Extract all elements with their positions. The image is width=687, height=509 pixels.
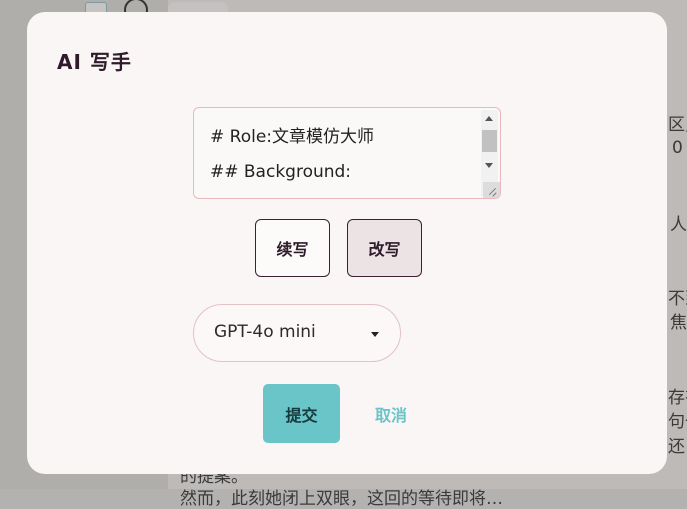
prompt-line: ## Background:	[210, 162, 352, 182]
background-text: 句一	[668, 412, 687, 432]
background-text: 然而，此刻她闭上双眼，这回的等待即将…	[180, 489, 503, 509]
background-text: 焦、	[670, 313, 687, 333]
background-text: 还	[668, 437, 685, 457]
resize-handle-icon[interactable]	[483, 182, 500, 198]
continue-writing-button[interactable]: 续写	[255, 219, 330, 277]
prompt-line: # Role:文章模仿大师	[210, 127, 375, 147]
background-text: 存有	[668, 388, 687, 408]
rewrite-button[interactable]: 改写	[347, 219, 422, 277]
prompt-textarea[interactable]: # Role:文章模仿大师 ## Background:	[193, 107, 501, 199]
dialog-title: AI 写手	[57, 50, 132, 74]
model-select[interactable]: GPT-4o mini	[193, 304, 401, 362]
cancel-button[interactable]: 取消	[375, 402, 407, 426]
background-text: 人文	[670, 215, 687, 235]
background-text: 不到	[668, 289, 687, 309]
ai-writer-dialog: AI 写手 # Role:文章模仿大师 ## Background: 续写 改写…	[27, 12, 667, 474]
scroll-down-arrow-icon[interactable]	[485, 163, 493, 168]
model-select-value: GPT-4o mini	[214, 322, 316, 342]
background-text: 0 元	[672, 138, 687, 158]
scroll-up-arrow-icon[interactable]	[485, 116, 493, 121]
scrollbar-thumb[interactable]	[482, 130, 497, 152]
submit-button[interactable]: 提交	[263, 384, 340, 443]
caret-down-icon	[371, 332, 379, 337]
background-text: 区,	[668, 115, 687, 135]
